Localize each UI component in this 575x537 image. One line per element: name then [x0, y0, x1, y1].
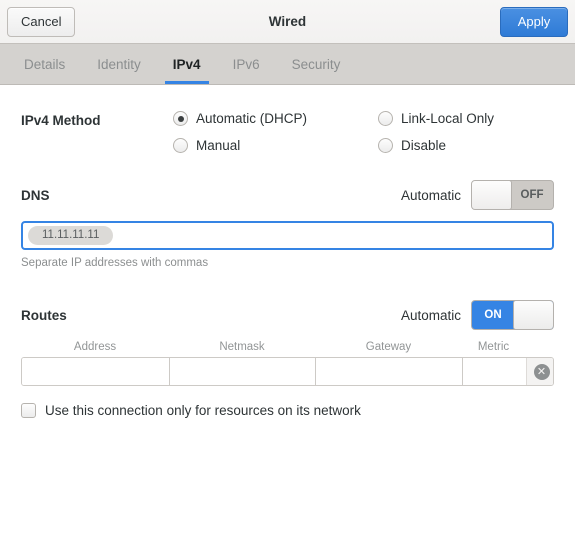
table-row: ✕: [21, 357, 554, 386]
dialog-header-bar: Cancel Wired Apply: [0, 0, 575, 44]
apply-button[interactable]: Apply: [500, 6, 568, 37]
dns-automatic-control: Automatic OFF: [401, 180, 554, 210]
tab-identity[interactable]: Identity: [81, 44, 157, 84]
restrict-connection-checkbox[interactable]: [21, 403, 36, 418]
routes-section: Routes Automatic ON Address Netmask Gate…: [21, 300, 554, 386]
dns-automatic-toggle[interactable]: OFF: [471, 180, 554, 210]
dns-section: DNS Automatic OFF 11.11.11.11 Separate I…: [21, 180, 554, 269]
radio-label-automatic-dhcp: Automatic (DHCP): [196, 111, 308, 126]
radio-label-manual: Manual: [196, 138, 241, 153]
routes-automatic-toggle[interactable]: ON: [471, 300, 554, 330]
dns-automatic-label: Automatic: [400, 187, 461, 203]
radio-icon-disable: [378, 138, 393, 153]
route-netmask-input[interactable]: [170, 358, 316, 385]
routes-header: Routes Automatic ON: [21, 300, 554, 330]
tab-bar: Details Identity IPv4 IPv6 Security: [0, 44, 575, 85]
dns-servers-input[interactable]: 11.11.11.11: [21, 221, 554, 250]
radio-label-link-local-only: Link-Local Only: [401, 111, 495, 126]
radio-icon-manual: [173, 138, 188, 153]
ipv4-method-label: IPv4 Method: [21, 113, 101, 128]
radio-label-disable: Disable: [401, 138, 447, 153]
ipv4-settings-dialog: Cancel Wired Apply Details Identity IPv4…: [0, 0, 575, 537]
dns-label: DNS: [21, 187, 50, 203]
route-gateway-input[interactable]: [316, 358, 463, 385]
cancel-button[interactable]: Cancel: [7, 6, 76, 37]
dns-server-chip[interactable]: 11.11.11.11: [28, 226, 114, 245]
ipv4-content: IPv4 Method Automatic (DHCP) Link-Local …: [0, 85, 575, 418]
route-delete-button[interactable]: ✕: [526, 358, 553, 385]
routes-automatic-label: Automatic: [400, 307, 461, 323]
routes-label: Routes: [21, 307, 67, 323]
dns-toggle-state: OFF: [520, 189, 544, 201]
radio-option-manual[interactable]: Manual: [173, 138, 378, 153]
tab-security[interactable]: Security: [276, 44, 357, 84]
column-header-spacer: [525, 341, 555, 357]
radio-icon-automatic-dhcp: [173, 111, 188, 126]
dialog-title: Wired: [268, 14, 307, 29]
tab-details[interactable]: Details: [8, 44, 81, 84]
column-header-address: Address: [73, 341, 117, 353]
route-metric-input[interactable]: [463, 358, 526, 385]
tab-ipv6[interactable]: IPv6: [217, 44, 276, 84]
ipv4-method-section: IPv4 Method Automatic (DHCP) Link-Local …: [21, 85, 554, 153]
dns-toggle-knob: [472, 181, 512, 209]
radio-option-disable[interactable]: Disable: [378, 138, 554, 153]
dns-hint-text: Separate IP addresses with commas: [21, 257, 209, 269]
column-header-netmask: Netmask: [219, 341, 265, 353]
ipv4-method-options: Automatic (DHCP) Link-Local Only Manual …: [173, 111, 554, 153]
radio-option-automatic-dhcp[interactable]: Automatic (DHCP): [173, 111, 378, 126]
column-header-metric: Metric: [477, 341, 510, 353]
routes-toggle-state: ON: [484, 309, 502, 321]
close-circle-icon: ✕: [533, 363, 550, 380]
routes-toggle-knob: [513, 301, 553, 329]
route-address-input[interactable]: [22, 358, 170, 385]
routes-column-headers: Address Netmask Gateway Metric: [21, 341, 554, 357]
restrict-connection-checkbox-row[interactable]: Use this connection only for resources o…: [21, 403, 554, 418]
radio-option-link-local-only[interactable]: Link-Local Only: [378, 111, 554, 126]
column-header-gateway: Gateway: [365, 341, 412, 353]
routes-automatic-control: Automatic ON: [401, 300, 554, 330]
dns-header: DNS Automatic OFF: [21, 180, 554, 210]
restrict-connection-label: Use this connection only for resources o…: [45, 403, 361, 418]
tab-ipv4[interactable]: IPv4: [157, 44, 217, 84]
radio-icon-link-local-only: [378, 111, 393, 126]
